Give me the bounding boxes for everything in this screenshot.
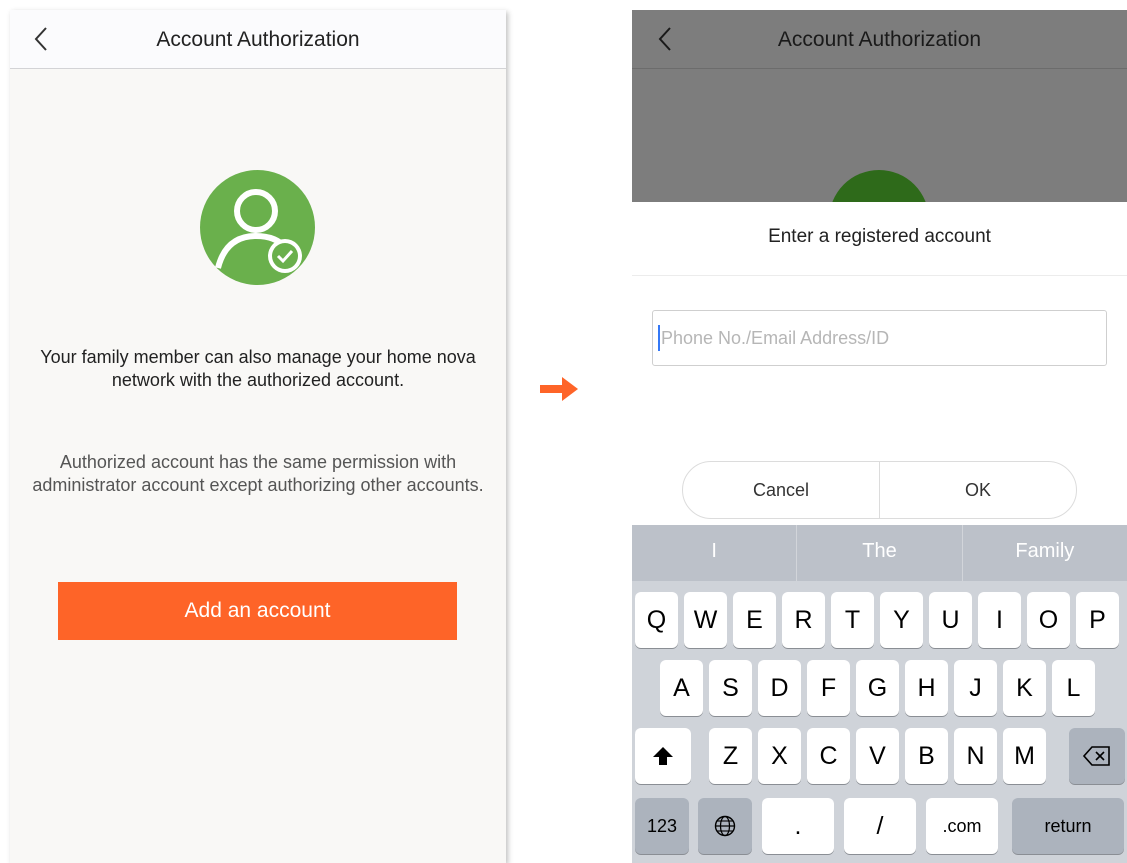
account-input-field[interactable] [652, 310, 1107, 366]
key-l[interactable]: L [1052, 660, 1095, 716]
key-i[interactable]: I [978, 592, 1021, 648]
key-n[interactable]: N [954, 728, 997, 784]
backspace-key[interactable] [1069, 728, 1125, 784]
slash-key[interactable]: / [844, 798, 916, 854]
key-c[interactable]: C [807, 728, 850, 784]
key-a[interactable]: A [660, 660, 703, 716]
key-t[interactable]: T [831, 592, 874, 648]
key-j[interactable]: J [954, 660, 997, 716]
authorized-user-icon [200, 170, 315, 285]
key-b[interactable]: B [905, 728, 948, 784]
suggestion-1[interactable]: I [632, 525, 796, 581]
suggestion-2[interactable]: The [796, 525, 961, 581]
key-m[interactable]: M [1003, 728, 1046, 784]
shift-icon [653, 747, 673, 765]
divider [632, 275, 1127, 276]
key-e[interactable]: E [733, 592, 776, 648]
permission-note: Authorized account has the same permissi… [32, 452, 484, 495]
key-g[interactable]: G [856, 660, 899, 716]
arrow-right-icon [540, 377, 578, 401]
key-h[interactable]: H [905, 660, 948, 716]
key-s[interactable]: S [709, 660, 752, 716]
add-account-dialog-screen: Account Authorization Enter a registered… [632, 10, 1127, 863]
dialog-title: Enter a registered account [768, 226, 991, 247]
account-input[interactable] [661, 311, 1101, 365]
globe-icon [714, 815, 736, 837]
key-o[interactable]: O [1027, 592, 1070, 648]
enter-account-dialog: Enter a registered account Cancel OK [632, 202, 1127, 525]
key-k[interactable]: K [1003, 660, 1046, 716]
nav-bar: Account Authorization [10, 10, 506, 69]
suggestion-3[interactable]: Family [961, 525, 1127, 581]
period-key[interactable]: . [762, 798, 834, 854]
backspace-icon [1083, 746, 1110, 766]
key-y[interactable]: Y [880, 592, 923, 648]
dialog-button-group: Cancel OK [682, 461, 1077, 519]
suggestion-bar: I The Family [632, 525, 1127, 581]
key-u[interactable]: U [929, 592, 972, 648]
text-caret [658, 325, 660, 351]
shift-key[interactable] [635, 728, 691, 784]
authorization-screen: Account Authorization Your family member… [10, 10, 506, 863]
cancel-button[interactable]: Cancel [683, 462, 880, 518]
key-w[interactable]: W [684, 592, 727, 648]
key-f[interactable]: F [807, 660, 850, 716]
key-x[interactable]: X [758, 728, 801, 784]
ok-button[interactable]: OK [880, 462, 1076, 518]
key-q[interactable]: Q [635, 592, 678, 648]
dimmed-nav-bar: Account Authorization [632, 10, 1127, 69]
key-v[interactable]: V [856, 728, 899, 784]
key-p[interactable]: P [1076, 592, 1119, 648]
key-d[interactable]: D [758, 660, 801, 716]
numbers-key[interactable]: 123 [635, 798, 689, 854]
key-r[interactable]: R [782, 592, 825, 648]
description-text: Your family member can also manage your … [40, 347, 476, 390]
return-key[interactable]: return [1012, 798, 1124, 854]
on-screen-keyboard: I The Family Q W E R T Y U I O P A S D F… [632, 525, 1127, 863]
globe-key[interactable] [698, 798, 752, 854]
add-account-button[interactable]: Add an account [58, 582, 457, 640]
page-title: Account Authorization [777, 28, 982, 51]
dotcom-key[interactable]: .com [926, 798, 998, 854]
key-z[interactable]: Z [709, 728, 752, 784]
dimmed-overlay: Account Authorization [632, 10, 1127, 270]
page-title: Account Authorization [156, 28, 360, 51]
